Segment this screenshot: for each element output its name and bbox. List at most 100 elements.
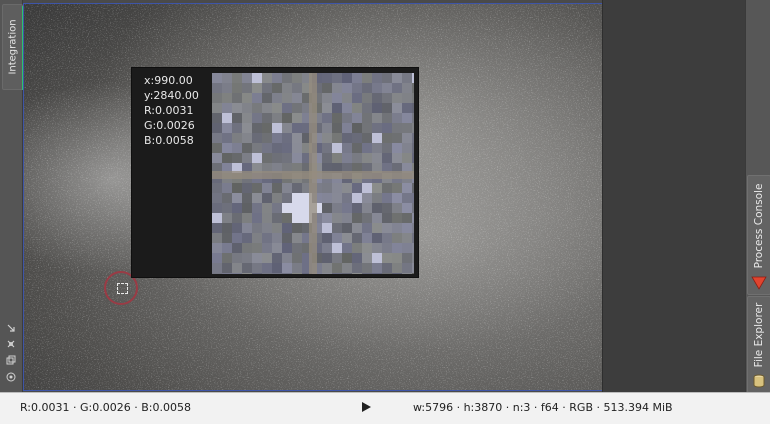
cursor-square-icon [117,283,128,294]
magnifier-pixel [282,143,292,153]
magnifier-pixel [352,223,362,233]
magnifier-pixel [232,93,242,103]
magnifier-pixel [332,143,342,153]
magnifier-pixel [282,233,292,243]
magnifier-pixel [342,133,352,143]
magnifier-pixel [262,243,272,253]
magnifier-pixel [272,273,282,274]
magnifier-pixel [292,103,302,113]
tab-process-console[interactable]: Process Console [747,175,770,295]
magnifier-pixel [322,233,332,243]
magnifier-pixel [372,253,382,263]
play-icon[interactable] [360,401,372,413]
magnifier-pixel [272,263,282,273]
magnifier-pixel [262,103,272,113]
magnifier-pixel [402,223,412,233]
magnifier-pixel [282,253,292,263]
magnifier-pixel [212,263,222,273]
magnifier-pixel [362,243,372,253]
magnifier-pixel [242,263,252,273]
magnifier-pixel [252,143,262,153]
magnifier-pixel [332,273,342,274]
magnifier-pixel [212,103,222,113]
magnifier-pixel [222,243,232,253]
magnifier-pixel [402,103,412,113]
magnifier-pixel [262,183,272,193]
magnifier-pixel [412,93,414,103]
magnifier-pixel [392,123,402,133]
magnifier-pixel [392,203,402,213]
magnifier-pixel [232,263,242,273]
magnifier-pixel [402,263,412,273]
magnifier-pixel [362,93,372,103]
magnifier-pixel [282,73,292,83]
magnifier-pixel [402,243,412,253]
magnifier-pixel [232,103,242,113]
magnifier-pixel [412,233,414,243]
magnifier-pixel [262,263,272,273]
magnifier-pixel [252,123,262,133]
tab-file-explorer[interactable]: File Explorer [747,296,770,393]
magnifier-pixel [392,193,402,203]
magnifier-pixel [292,143,302,153]
magnifier-pixel [352,213,362,223]
magnifier-pixel [352,183,362,193]
magnifier-pixel [262,223,272,233]
magnifier-pixel [352,103,362,113]
magnifier-pixel [222,83,232,93]
magnifier-pixel [322,273,332,274]
magnifier-pixel [272,223,282,233]
magnifier-pixel [232,113,242,123]
arrow-down-right-icon[interactable] [5,323,17,335]
magnifier-pixel [212,143,222,153]
magnifier-pixel [242,233,252,243]
magnifier-pixel [372,223,382,233]
magnifier-pixel [232,193,242,203]
magnifier-pixel [282,93,292,103]
magnifier-pixel [222,93,232,103]
magnifier-pixel [232,213,242,223]
magnifier-pixel [282,263,292,273]
magnifier-pixel [362,203,372,213]
magnifier-pixel [352,263,362,273]
target-icon[interactable] [5,372,17,384]
magnifier-pixel [272,73,282,83]
magnifier-pixel [322,83,332,93]
magnifier-pixel [342,193,352,203]
magnifier-pixel [222,183,232,193]
magnifier-pixel [292,153,302,163]
magnifier-pixel [282,153,292,163]
magnifier-pixel [412,203,414,213]
magnifier-pixel [252,83,262,93]
magnifier-pixel [352,193,362,203]
magnifier-pixel [412,223,414,233]
readout-g: G:0.0026 [144,119,195,132]
magnifier-pixel [332,183,342,193]
magnifier-pixel [322,193,332,203]
magnifier-pixel [372,153,382,163]
magnifier-pixel [362,73,372,83]
close-x-icon[interactable] [5,339,17,351]
magnifier-pixel [262,193,272,203]
magnifier-pixel [242,223,252,233]
magnifier-pixel [332,103,342,113]
magnifier-pixel [362,133,372,143]
magnifier-pixel [322,223,332,233]
magnifier-pixel [252,153,262,163]
magnifier-pixel [212,83,222,93]
magnifier-pixel [402,193,412,203]
magnifier-pixel [392,243,402,253]
magnifier-pixel [362,113,372,123]
magnifier-pixel [242,83,252,93]
magnifier-pixel [352,143,362,153]
window-stack-icon[interactable] [5,355,17,367]
magnifier-pixel [342,73,352,83]
magnifier-pixel [252,73,262,83]
magnifier-pixel [392,133,402,143]
magnifier-pixel [322,113,332,123]
magnifier-pixel [352,233,362,243]
magnifier-pixel [262,143,272,153]
magnifier-pixel [322,143,332,153]
tab-integration[interactable]: Integration [2,4,23,90]
magnifier-pixel [332,253,342,263]
